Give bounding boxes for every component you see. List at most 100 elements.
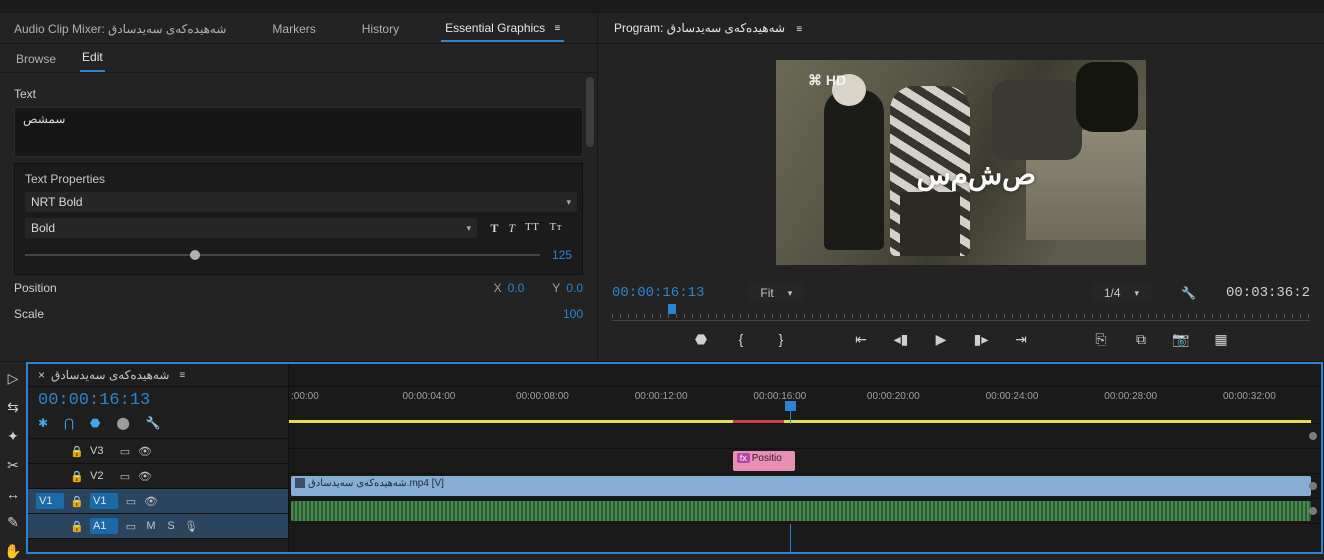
step-back-icon[interactable]: ◂▮ — [892, 331, 910, 348]
timeline-ruler[interactable]: :00:00 00:00:04:00 00:00:08:00 00:00:12:… — [289, 387, 1321, 424]
graphic-clip[interactable]: fxPositio — [733, 451, 795, 471]
hand-tool-icon[interactable]: ✋ — [4, 543, 21, 560]
comparison-view-icon[interactable]: ▦ — [1212, 331, 1230, 348]
tab-program[interactable]: Program: شەھیدەکەی سەیدسادق ≡ — [612, 17, 804, 40]
lock-icon[interactable]: 🔒 — [70, 470, 84, 483]
font-size-slider[interactable] — [25, 254, 540, 256]
linked-selection-icon[interactable]: ⋂ — [64, 416, 74, 430]
slider-thumb-icon[interactable] — [190, 250, 200, 260]
faux-italic-button[interactable]: T — [508, 221, 515, 236]
program-duration: 00:03:36:2 — [1226, 285, 1310, 301]
mute-button[interactable]: M — [144, 520, 158, 532]
lane-v2[interactable]: fxPositio — [289, 449, 1321, 474]
chevron-down-icon: ▾ — [466, 223, 471, 234]
toggle-track-output-icon[interactable]: 👁 — [138, 470, 152, 483]
tab-history[interactable]: History — [358, 16, 403, 41]
work-area-bar[interactable] — [733, 420, 785, 423]
export-frame-icon[interactable]: 📷 — [1172, 331, 1190, 348]
panel-menu-icon[interactable]: ≡ — [788, 24, 802, 35]
font-weight-value: Bold — [31, 221, 55, 235]
allcaps-button[interactable]: TT — [525, 221, 539, 236]
clip-thumb-icon — [295, 478, 305, 488]
font-size-value[interactable]: 125 — [552, 248, 572, 262]
zoom-fit-dropdown[interactable]: Fit ▾ — [748, 284, 804, 302]
playhead-icon[interactable] — [668, 304, 676, 314]
lock-icon[interactable]: 🔒 — [70, 520, 84, 533]
track-select-tool-icon[interactable]: ⇆ — [7, 399, 19, 416]
voiceover-record-icon[interactable]: 🎙 — [184, 520, 198, 533]
step-forward-icon[interactable]: ▮▸ — [972, 331, 990, 348]
ripple-edit-tool-icon[interactable]: ✦ — [7, 428, 19, 445]
keyframe-dot-icon — [1309, 482, 1317, 490]
go-to-in-icon[interactable]: ⇤ — [852, 331, 870, 348]
toggle-track-output-icon[interactable]: 👁 — [144, 495, 158, 508]
program-time-ruler[interactable] — [612, 306, 1310, 321]
lane-v1[interactable]: شەھیدەکەی سەیدسادق.mp4 [V] — [289, 474, 1321, 499]
track-header-a1[interactable]: 🔒 A1 ▭ M S 🎙 — [28, 514, 288, 539]
pen-tool-icon[interactable]: ✎ — [7, 514, 19, 531]
graphic-overlay-text[interactable]: ص‌ش‌م‌س — [916, 158, 1036, 191]
track-header-v2[interactable]: 🔒 V2 ▭ 👁 — [28, 464, 288, 489]
tab-markers[interactable]: Markers — [268, 16, 319, 41]
go-to-out-icon[interactable]: ⇥ — [1012, 331, 1030, 348]
scale-value[interactable]: 100 — [563, 307, 583, 321]
extract-icon[interactable]: ⧉ — [1132, 331, 1150, 348]
ruler-tick: 00:00:12:00 — [635, 391, 688, 402]
panel-menu-icon[interactable]: ≡ — [549, 23, 561, 34]
mark-out-icon[interactable]: } — [772, 331, 790, 347]
snap-icon[interactable]: ✱ — [38, 416, 48, 430]
play-icon[interactable]: ▶ — [932, 331, 950, 348]
tab-audio-clip-mixer[interactable]: Audio Clip Mixer: شەھیدەکەی سەیدسادق — [10, 16, 230, 41]
mark-in-icon[interactable]: { — [732, 331, 750, 347]
program-timecode[interactable]: 00:00:16:13 — [612, 285, 704, 301]
resolution-value: 1/4 — [1104, 286, 1121, 300]
ruler-tick: 00:00:04:00 — [403, 391, 456, 402]
zoom-fit-value: Fit — [760, 286, 773, 300]
close-sequence-icon[interactable]: × — [38, 368, 51, 382]
lock-icon[interactable]: 🔒 — [70, 495, 84, 508]
slip-tool-icon[interactable]: ↔ — [6, 486, 20, 502]
text-input[interactable]: سمشص — [14, 107, 583, 157]
source-patch-v1[interactable]: V1 — [36, 493, 64, 509]
settings-icon[interactable]: 🔧 — [1181, 286, 1196, 300]
font-family-dropdown[interactable]: NRT Bold ▾ — [25, 192, 577, 212]
font-weight-dropdown[interactable]: Bold ▾ — [25, 218, 477, 238]
audio-clip[interactable] — [291, 501, 1311, 521]
track-target-v1[interactable]: V1 — [90, 493, 118, 509]
tab-label: Program: شەھیدەکەی سەیدسادق — [614, 21, 785, 35]
position-x-value[interactable]: 0.0 — [508, 281, 525, 295]
sync-lock-icon[interactable]: ▭ — [124, 495, 138, 508]
sequence-tab[interactable]: × شەھیدەکەی سەیدسادق ≡ — [28, 364, 288, 387]
add-marker-icon[interactable]: ⬣ — [90, 416, 100, 430]
smallcaps-button[interactable]: Tᴛ — [550, 221, 563, 236]
tab-essential-graphics[interactable]: Essential Graphics ≡ — [441, 15, 564, 42]
track-header-v3[interactable]: 🔒 V3 ▭ 👁 — [28, 439, 288, 464]
lane-a1[interactable] — [289, 499, 1321, 524]
lift-icon[interactable]: ⎘ — [1092, 331, 1110, 348]
lock-icon[interactable]: 🔒 — [70, 445, 84, 458]
solo-button[interactable]: S — [164, 520, 178, 532]
track-header-v1[interactable]: V1 🔒 V1 ▭ 👁 — [28, 489, 288, 514]
faux-bold-button[interactable]: T — [490, 221, 498, 236]
resolution-dropdown[interactable]: 1/4 ▾ — [1092, 284, 1151, 302]
timeline-settings-icon[interactable]: ⬤ — [116, 416, 129, 430]
sync-lock-icon[interactable]: ▭ — [124, 520, 138, 533]
add-marker-icon[interactable]: ⬣ — [692, 331, 710, 348]
position-label: Position — [14, 281, 494, 295]
sync-lock-icon[interactable]: ▭ — [118, 470, 132, 483]
toggle-track-output-icon[interactable]: 👁 — [138, 445, 152, 458]
wrench-icon[interactable]: 🔧 — [146, 416, 161, 430]
razor-tool-icon[interactable]: ✂ — [7, 457, 19, 474]
subtab-edit[interactable]: Edit — [80, 44, 105, 72]
track-target-a1[interactable]: A1 — [90, 518, 118, 534]
sync-lock-icon[interactable]: ▭ — [118, 445, 132, 458]
clip-ext: .mp4 [V] — [407, 478, 444, 489]
selection-tool-icon[interactable]: ▷ — [8, 370, 19, 387]
video-clip[interactable]: شەھیدەکەی سەیدسادق.mp4 [V] — [291, 476, 1311, 496]
panel-menu-icon[interactable]: ≡ — [169, 370, 185, 381]
panel-scrollbar[interactable] — [583, 73, 597, 361]
chevron-down-icon: ▾ — [1135, 288, 1140, 299]
position-y-value[interactable]: 0.0 — [566, 281, 583, 295]
timeline-timecode[interactable]: 00:00:16:13 — [28, 387, 288, 412]
lane-v3[interactable] — [289, 424, 1321, 449]
